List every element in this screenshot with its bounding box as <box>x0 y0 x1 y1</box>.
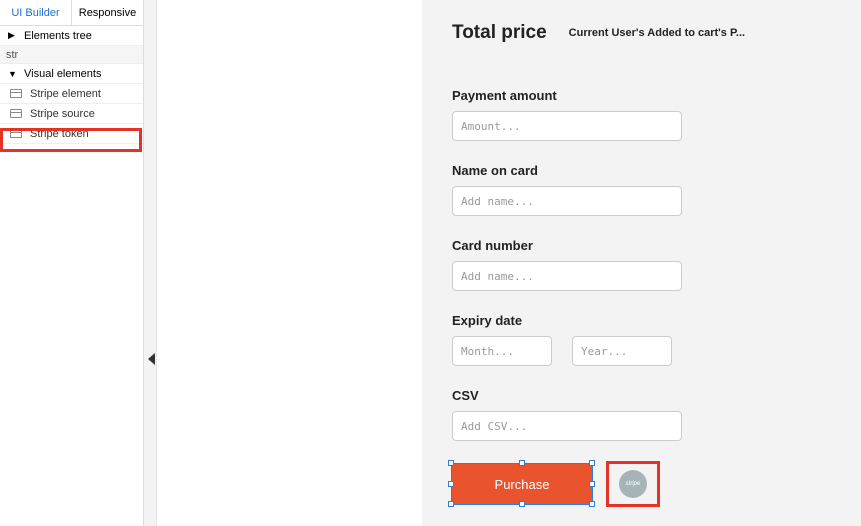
editor-canvas: Total price Current User's Added to cart… <box>157 0 861 526</box>
tab-ui-builder[interactable]: UI Builder <box>0 0 72 25</box>
sidebar-item-label: Stripe source <box>30 108 95 120</box>
sidebar-item-stripe-source[interactable]: Stripe source <box>0 104 143 124</box>
stripe-icon: stripe <box>619 470 647 498</box>
canvas-gutter <box>144 0 157 526</box>
expiry-row <box>452 336 832 366</box>
selection-handle[interactable] <box>589 481 595 487</box>
sidebar-item-label: Stripe token <box>30 128 89 140</box>
elements-tree-header[interactable]: ▶ Elements tree <box>0 26 143 46</box>
stripe-badge-text: stripe <box>626 481 641 487</box>
field-payment-amount: Payment amount <box>452 88 832 141</box>
sidebar-item-stripe-element[interactable]: Stripe element <box>0 84 143 104</box>
payment-amount-label: Payment amount <box>452 88 832 103</box>
chevron-right-icon: ▶ <box>8 30 18 41</box>
expiry-year-input[interactable] <box>572 336 672 366</box>
card-icon <box>10 109 22 118</box>
selection-handle[interactable] <box>448 460 454 466</box>
selection-handle[interactable] <box>448 501 454 507</box>
field-expiry: Expiry date <box>452 313 832 366</box>
purchase-label: Purchase <box>495 477 550 492</box>
card-icon <box>10 129 22 138</box>
sidebar-item-label: Stripe element <box>30 88 101 100</box>
expiry-month-input[interactable] <box>452 336 552 366</box>
card-number-label: Card number <box>452 238 832 253</box>
purchase-button[interactable]: Purchase <box>452 464 592 504</box>
title-row: Total price Current User's Added to cart… <box>452 22 832 44</box>
page-title: Total price <box>452 22 547 44</box>
field-card-number: Card number <box>452 238 832 291</box>
selection-handle[interactable] <box>519 460 525 466</box>
sidebar-tabs: UI Builder Responsive <box>0 0 143 26</box>
selection-handle[interactable] <box>589 501 595 507</box>
selection-handle[interactable] <box>519 501 525 507</box>
sidebar-item-stripe-token[interactable]: Stripe token <box>0 124 143 144</box>
visual-elements-label: Visual elements <box>24 68 101 80</box>
name-on-card-input[interactable] <box>452 186 682 216</box>
checkout-form: Total price Current User's Added to cart… <box>452 22 832 505</box>
field-csv: CSV <box>452 388 832 441</box>
csv-input[interactable] <box>452 411 682 441</box>
action-row: Purchase stripe <box>452 463 832 505</box>
card-icon <box>10 89 22 98</box>
price-expression: Current User's Added to cart's P... <box>569 27 745 39</box>
stripe-token-element[interactable]: stripe <box>608 463 658 505</box>
sidebar: UI Builder Responsive ▶ Elements tree st… <box>0 0 144 526</box>
payment-amount-input[interactable] <box>452 111 682 141</box>
chevron-down-icon: ▼ <box>8 69 18 79</box>
collapse-panel-icon[interactable] <box>148 353 155 365</box>
field-name-on-card: Name on card <box>452 163 832 216</box>
tab-responsive[interactable]: Responsive <box>72 0 143 25</box>
visual-elements-header[interactable]: ▼ Visual elements <box>0 64 143 84</box>
name-on-card-label: Name on card <box>452 163 832 178</box>
selection-handle[interactable] <box>448 481 454 487</box>
page-left-panel <box>157 0 422 526</box>
purchase-button-wrap: Purchase <box>452 464 592 504</box>
expiry-label: Expiry date <box>452 313 832 328</box>
search-value: str <box>6 49 18 61</box>
selection-handle[interactable] <box>589 460 595 466</box>
elements-tree-label: Elements tree <box>24 30 92 42</box>
elements-search-input[interactable]: str <box>0 46 143 64</box>
card-number-input[interactable] <box>452 261 682 291</box>
csv-label: CSV <box>452 388 832 403</box>
